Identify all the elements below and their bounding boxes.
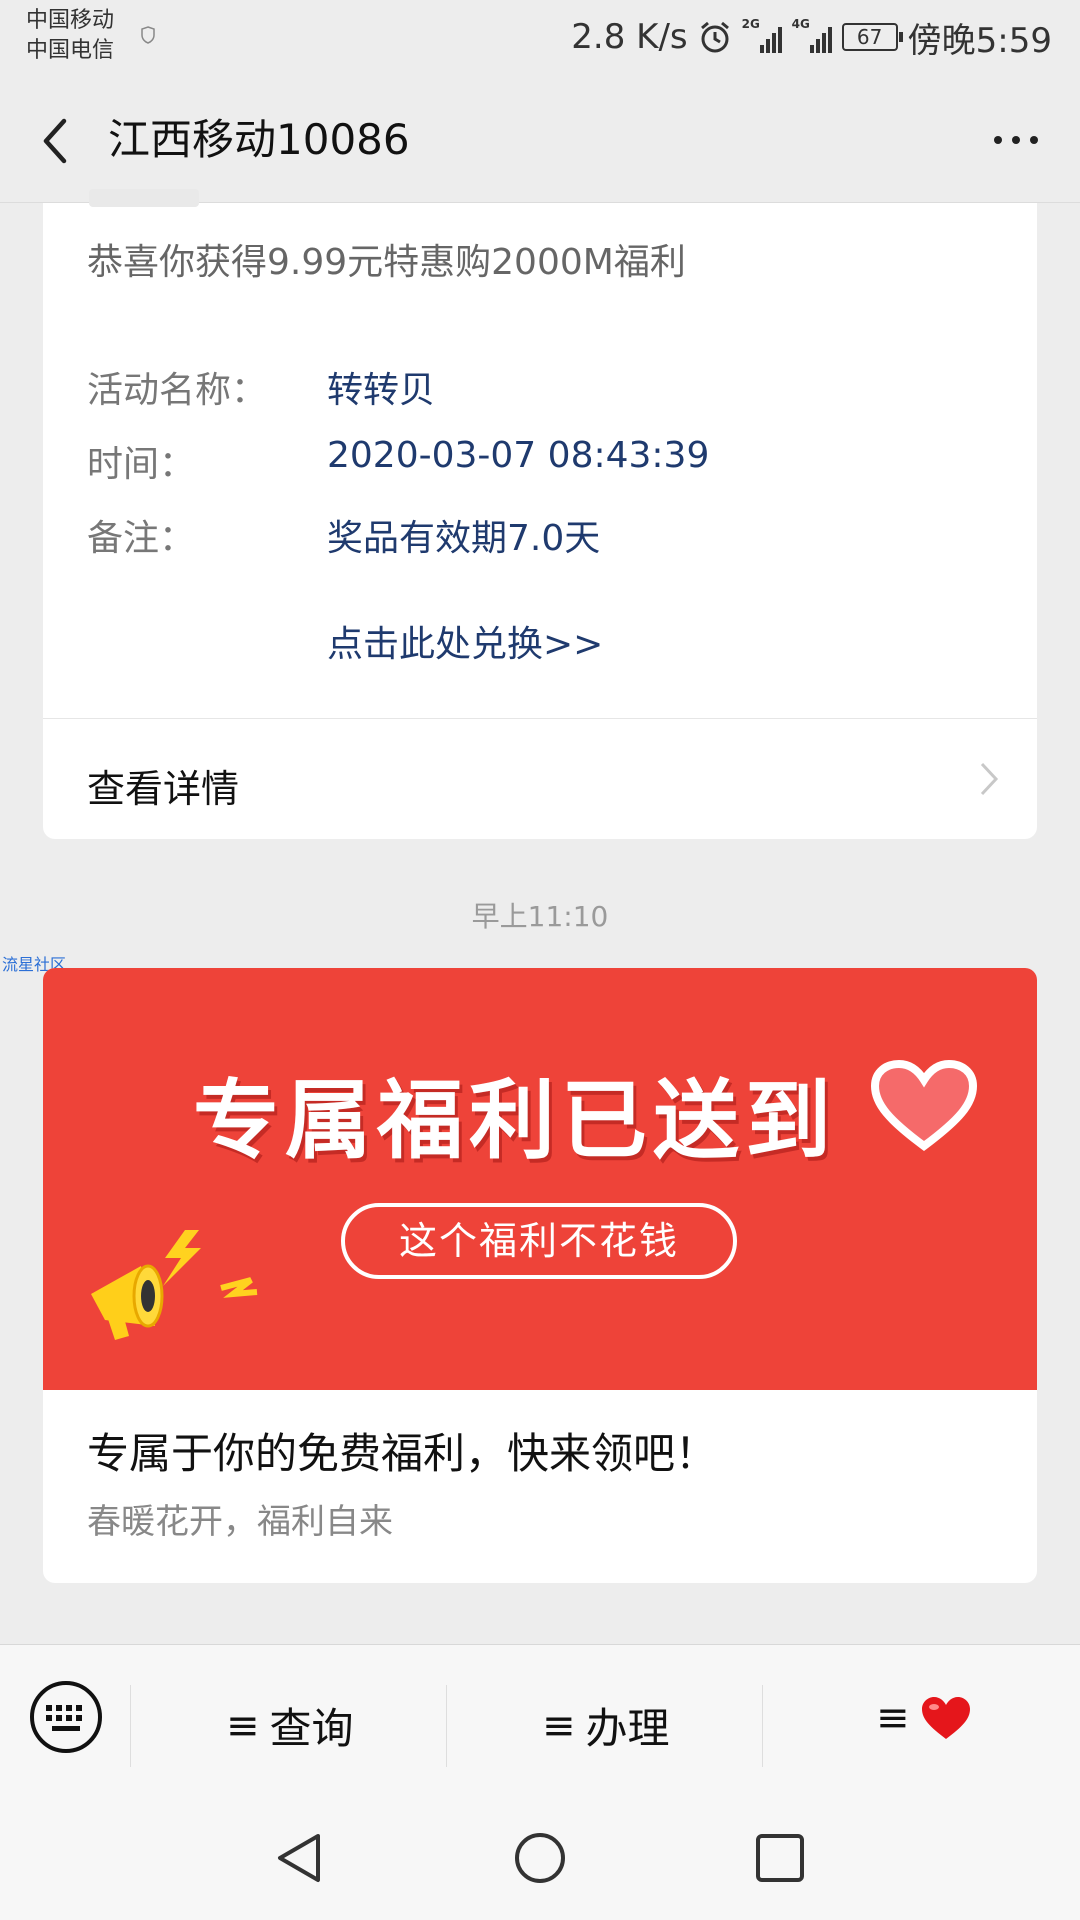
- menu-query[interactable]: ≡ 查询: [226, 1695, 354, 1756]
- status-bar: 中国移动 中国电信 2.8 K/s 2G 4G 67 傍晚5:59: [0, 0, 1080, 80]
- menu-query-label: 查询: [269, 1704, 354, 1753]
- back-arrow-icon[interactable]: [36, 115, 76, 167]
- divider: [43, 718, 1037, 719]
- banner-title: 专属福利已送到: [193, 1071, 837, 1171]
- menu-icon: ≡: [542, 1702, 576, 1749]
- cropped-text: [89, 189, 199, 207]
- more-options-icon[interactable]: [984, 136, 1038, 144]
- time-label: 时间：: [87, 444, 196, 485]
- battery-icon: 67: [841, 23, 903, 51]
- signal-2g-icon: 2G: [742, 17, 782, 53]
- menu-handle-label: 办理: [585, 1704, 670, 1753]
- nav-back-icon[interactable]: [272, 1830, 328, 1886]
- navigation-bar: [0, 1794, 1080, 1920]
- activity-name-value: 转转贝: [327, 370, 436, 411]
- promo-banner[interactable]: 专属福利已送到 这个福利不花钱: [43, 968, 1037, 1390]
- banner-pill: 这个福利不花钱: [341, 1203, 737, 1279]
- chat-title: 江西移动10086: [108, 115, 410, 164]
- view-details-link[interactable]: 查看详情: [87, 758, 239, 813]
- chevron-right-icon[interactable]: [979, 761, 999, 797]
- keyboard-icon[interactable]: [28, 1679, 104, 1755]
- menu-icon: ≡: [876, 1695, 910, 1741]
- heart-icon: [921, 1697, 970, 1739]
- megaphone-icon: [91, 1230, 258, 1340]
- chat-header: 江西移动10086: [0, 80, 1080, 203]
- remark-value: 奖品有效期7.0天: [327, 518, 601, 559]
- menu-handle[interactable]: ≡ 办理: [542, 1695, 670, 1756]
- message-timestamp: 早上11:10: [471, 900, 609, 933]
- promo-subtitle: 春暖花开，福利自来: [87, 1502, 393, 1542]
- card-intro: 恭喜你获得9.99元特惠购2000M福利: [87, 242, 686, 283]
- shield-icon: [141, 26, 155, 44]
- time-value: 2020-03-07 08:43:39: [327, 435, 710, 476]
- net-speed: 2.8 K/s: [571, 17, 688, 57]
- message-card: 恭喜你获得9.99元特惠购2000M福利 活动名称： 转转贝 时间： 2020-…: [43, 189, 1037, 839]
- carrier-2: 中国电信: [26, 38, 115, 63]
- activity-name-label: 活动名称：: [87, 370, 268, 411]
- signal-4g-icon: 4G: [792, 17, 832, 53]
- nav-recents-icon[interactable]: [752, 1830, 808, 1886]
- heart-icon: [870, 1059, 978, 1151]
- promo-title: 专属于你的免费福利，快来领吧！: [87, 1429, 718, 1478]
- menu-icon: ≡: [226, 1702, 260, 1749]
- promo-card[interactable]: 专属福利已送到 这个福利不花钱 专属于你的免费福利，快来领吧！ 春暖花开，福利自…: [43, 968, 1037, 1583]
- carrier-info: 中国移动 中国电信: [26, 6, 114, 66]
- alarm-icon: [700, 21, 729, 53]
- redeem-link[interactable]: 点击此处兑换>>: [327, 615, 603, 667]
- carrier-1: 中国移动: [26, 8, 115, 33]
- nav-home-icon[interactable]: [512, 1830, 568, 1886]
- menu-heart[interactable]: ≡: [876, 1695, 972, 1741]
- service-menu: ≡ 查询 ≡ 办理 ≡: [0, 1644, 1080, 1795]
- clock: 傍晚5:59: [907, 20, 1052, 61]
- remark-label: 备注：: [87, 518, 196, 559]
